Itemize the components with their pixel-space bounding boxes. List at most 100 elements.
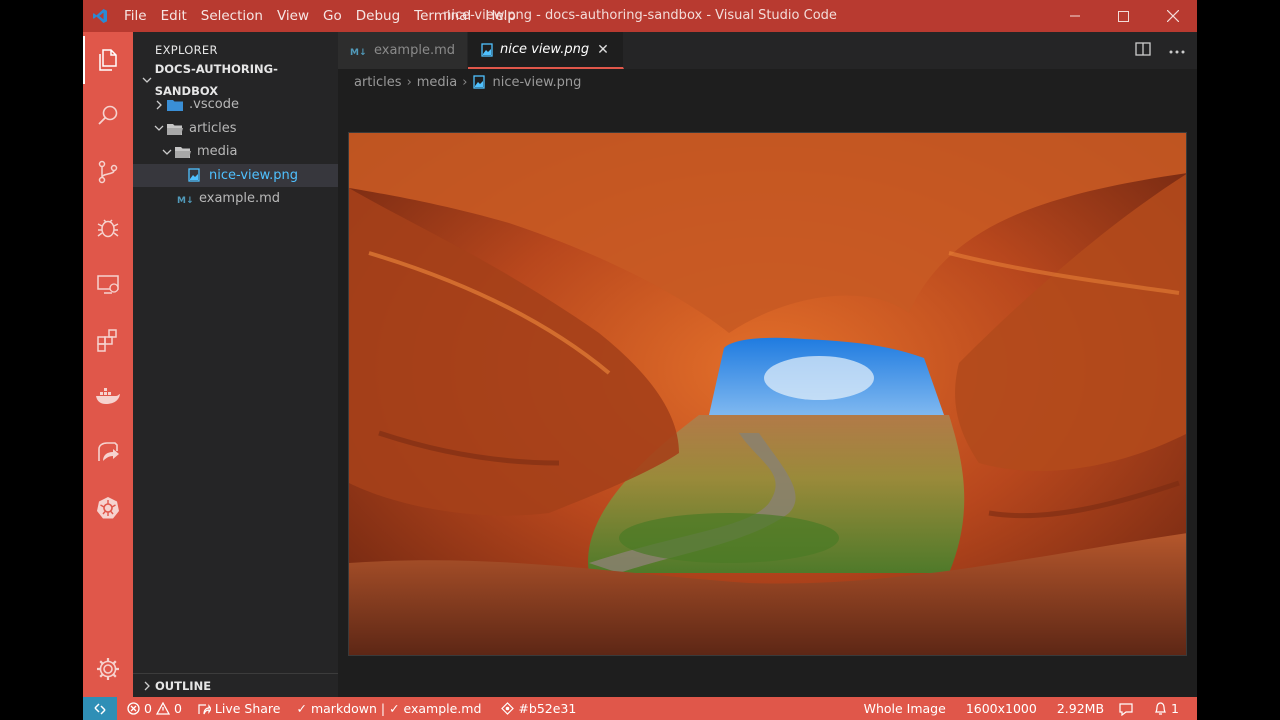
activity-search[interactable] [83, 88, 133, 144]
tree-item-label: nice-view.png [209, 167, 298, 183]
chevron-down-icon [159, 147, 175, 157]
error-count: 0 [144, 701, 152, 716]
markdown-status-label: markdown | ✓ example.md [310, 701, 482, 716]
vscode-folder-icon [167, 98, 187, 112]
breadcrumb-media[interactable]: media [417, 75, 458, 90]
menu-help[interactable]: Help [478, 0, 523, 32]
tree-item-media[interactable]: media [133, 140, 338, 164]
remote-indicator[interactable] [83, 697, 117, 720]
activity-kubernetes[interactable] [83, 480, 133, 536]
markdown-icon: M↓ [350, 46, 368, 56]
tree-item-articles[interactable]: articles [133, 117, 338, 141]
explorer-icon [99, 49, 117, 71]
live-share-icon [198, 704, 211, 715]
image-size: 2.92MB [1056, 701, 1105, 716]
status-bar: 0 0 Live Share ✓ markdown | ✓ example.md… [83, 697, 1197, 720]
source-control-icon [98, 160, 118, 184]
gear-icon [97, 658, 119, 680]
activity-bar [83, 32, 133, 697]
status-right: Whole Image 1600x1000 2.92MB 1 [858, 701, 1197, 716]
file-tree: .vscode articles media nice-view.png M↓ … [133, 93, 338, 211]
chevron-down-icon [151, 123, 167, 133]
activity-manage[interactable] [83, 653, 133, 685]
search-icon [98, 105, 118, 125]
menu-debug[interactable]: Debug [349, 0, 407, 32]
feedback-icon[interactable] [1112, 702, 1148, 716]
tree-item-example-md[interactable]: M↓ example.md [133, 187, 338, 211]
live-share-icon [98, 442, 119, 461]
window-controls [1050, 0, 1197, 32]
activity-explorer[interactable] [83, 32, 133, 88]
extensions-icon [97, 329, 117, 352]
breadcrumb-file[interactable]: nice-view.png [492, 75, 581, 90]
folder-open-icon [167, 122, 187, 135]
close-icon [1166, 10, 1179, 22]
activity-extensions[interactable] [83, 312, 133, 368]
image-dimensions: 1600x1000 [965, 701, 1037, 716]
split-editor-icon[interactable] [1135, 41, 1151, 60]
svg-text:M↓: M↓ [177, 196, 194, 204]
activity-source-control[interactable] [83, 144, 133, 200]
warning-icon [155, 702, 170, 715]
menu-file[interactable]: File [117, 0, 154, 32]
markdown-icon: M↓ [177, 194, 197, 204]
chevron-right-icon: › [462, 74, 468, 90]
editor-tabs: M↓ example.md nice view.png ✕ [338, 32, 1197, 69]
live-share-status[interactable]: Live Share [188, 701, 287, 716]
breadcrumb-articles[interactable]: articles [354, 75, 402, 90]
git-commit-icon [501, 702, 515, 715]
explorer-sidebar: EXPLORER DOCS-AUTHORING-SANDBOX .vscode … [133, 32, 338, 697]
more-actions-icon[interactable] [1169, 43, 1185, 58]
activity-remote-explorer[interactable] [83, 256, 133, 312]
breadcrumb: articles › media › nice-view.png [338, 69, 1197, 95]
vscode-window: File Edit Selection View Go Debug Termin… [83, 0, 1197, 720]
remote-explorer-icon [97, 275, 119, 294]
title-bar: File Edit Selection View Go Debug Termin… [83, 0, 1197, 32]
outline-section-header[interactable]: OUTLINE [133, 673, 338, 697]
maximize-icon [1118, 10, 1129, 22]
kubernetes-icon [97, 497, 119, 519]
notification-count: 1 [1171, 701, 1179, 716]
tree-item-label: articles [189, 120, 237, 136]
svg-text:M↓: M↓ [350, 48, 367, 56]
tree-item-nice-view[interactable]: nice-view.png [133, 163, 338, 187]
image-file-icon [480, 42, 494, 57]
tab-example-md[interactable]: M↓ example.md [338, 32, 468, 69]
image-file-icon [472, 75, 486, 89]
folder-open-icon [175, 145, 195, 159]
image-zoom-status[interactable]: Whole Image [858, 701, 960, 716]
activity-debug[interactable] [83, 200, 133, 256]
activity-docker[interactable] [83, 368, 133, 424]
chevron-down-icon [139, 75, 155, 85]
close-window-button[interactable] [1148, 0, 1197, 32]
bell-icon [1155, 701, 1167, 715]
tree-item-label: example.md [199, 191, 281, 207]
debug-icon [97, 219, 119, 238]
tab-nice-view-png[interactable]: nice view.png ✕ [468, 32, 624, 69]
tree-item-label: .vscode [189, 97, 239, 113]
git-commit-status[interactable]: #b52e31 [487, 701, 582, 716]
minimize-button[interactable] [1050, 0, 1099, 32]
menu-edit[interactable]: Edit [154, 0, 194, 32]
remote-icon [94, 702, 106, 715]
tree-item-label: media [197, 144, 238, 160]
tab-label: example.md [374, 43, 456, 58]
menu-view[interactable]: View [270, 0, 316, 32]
workspace-section-header[interactable]: DOCS-AUTHORING-SANDBOX [133, 62, 338, 98]
menu-selection[interactable]: Selection [194, 0, 270, 32]
commit-label: #b52e31 [518, 701, 577, 716]
image-preview[interactable] [348, 132, 1187, 656]
activity-live-share[interactable] [83, 424, 133, 480]
markdown-lint-status[interactable]: ✓ markdown | ✓ example.md [286, 701, 487, 716]
close-tab-icon[interactable]: ✕ [597, 42, 609, 58]
menu-terminal[interactable]: Terminal [407, 0, 478, 32]
vscode-logo-icon[interactable] [83, 0, 117, 32]
menu-go[interactable]: Go [316, 0, 349, 32]
maximize-button[interactable] [1099, 0, 1148, 32]
image-file-icon [187, 168, 207, 182]
problems-indicator[interactable]: 0 0 [117, 701, 188, 716]
notifications-indicator[interactable]: 1 [1148, 701, 1197, 716]
error-icon [127, 702, 140, 715]
docker-icon [96, 388, 120, 404]
editor-area: M↓ example.md nice view.png ✕ articles ›… [338, 32, 1197, 697]
